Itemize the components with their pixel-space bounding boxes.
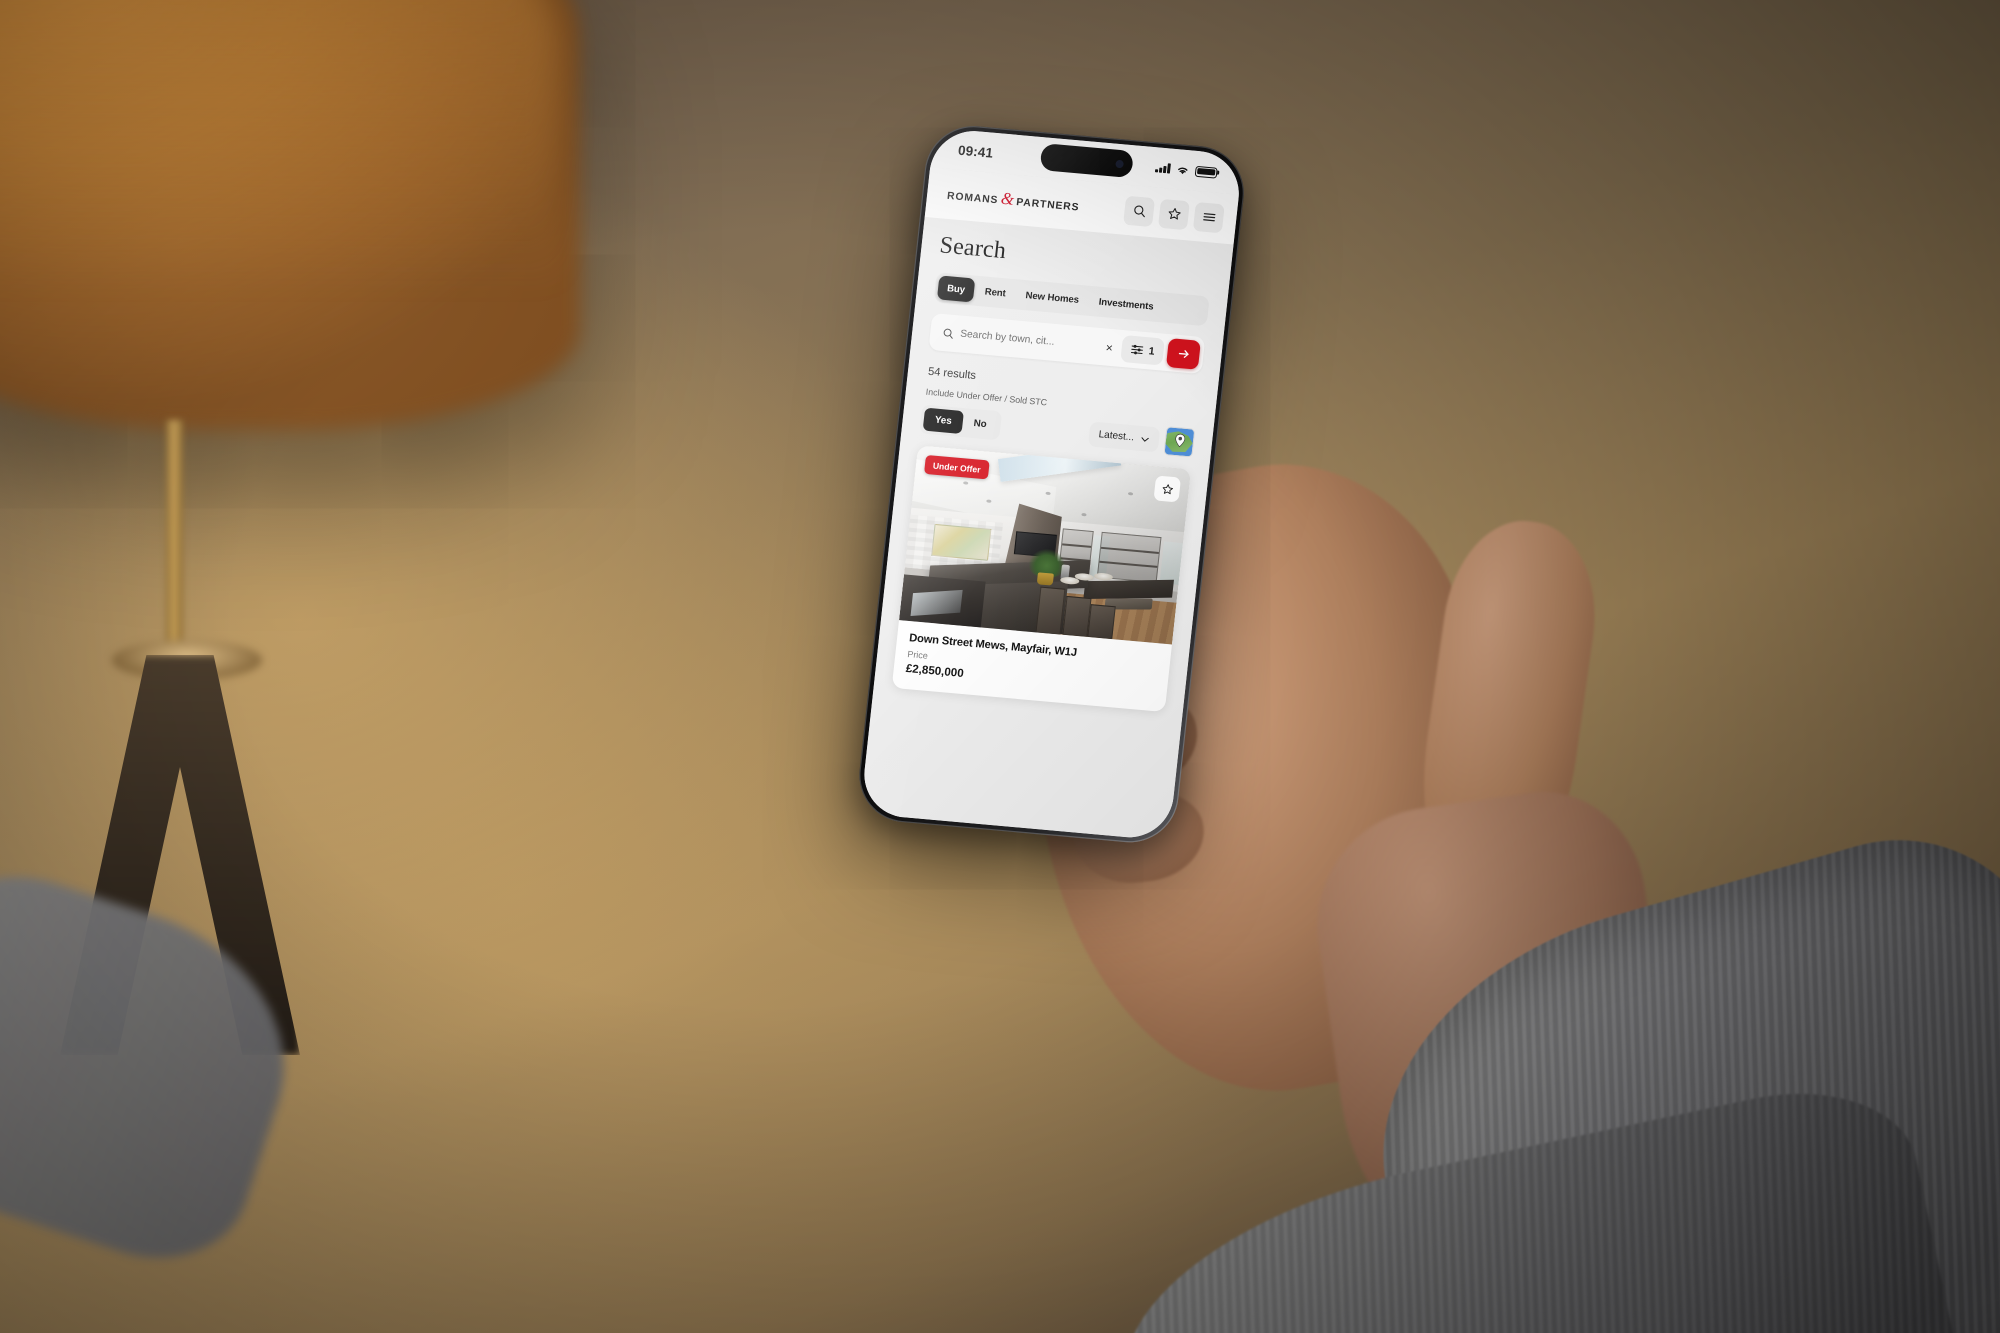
photo-scene: 09:41 xyxy=(0,0,2000,1333)
scene-vignette xyxy=(0,0,2000,1333)
